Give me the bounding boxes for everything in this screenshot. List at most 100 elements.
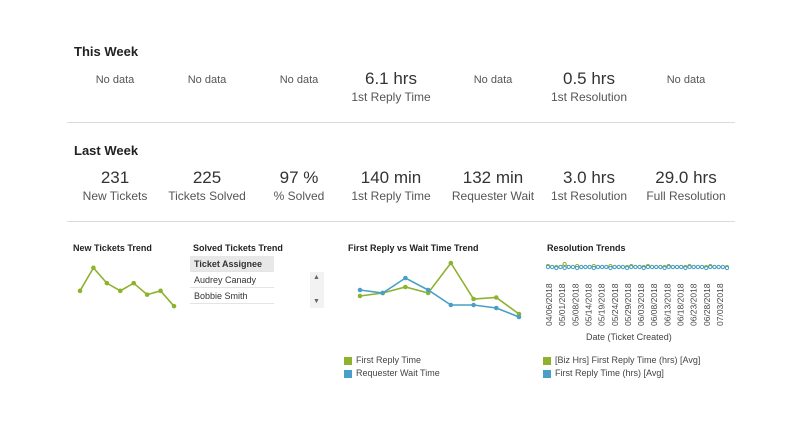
data-point xyxy=(575,265,580,271)
data-point xyxy=(131,280,137,286)
scroll-up-icon[interactable]: ▲ xyxy=(313,274,320,282)
data-point xyxy=(720,264,725,270)
data-point xyxy=(641,265,646,271)
data-point xyxy=(612,264,617,270)
this-week-metric-7: No data xyxy=(631,74,741,86)
data-point xyxy=(704,265,709,271)
data-point xyxy=(683,265,688,271)
data-point xyxy=(171,303,177,309)
last-week-title: Last Week xyxy=(74,143,139,158)
this-week-first-reply-time: 6.1 hrs 1st Reply Time xyxy=(336,69,446,105)
x-tick-label: 06/08/2018 xyxy=(649,283,659,326)
data-point xyxy=(448,302,454,308)
resolution-trends-title: Resolution Trends xyxy=(547,243,626,253)
data-point xyxy=(554,265,559,271)
resolution-trends-chart[interactable]: 04/06/2018 05/01/2018 05/08/2018 05/14/2018… xyxy=(540,256,735,328)
data-point xyxy=(670,264,675,270)
this-week-title: This Week xyxy=(74,44,139,59)
data-point xyxy=(471,302,476,308)
data-point xyxy=(493,305,499,311)
data-point xyxy=(425,287,431,293)
metric-value: 0.5 hrs xyxy=(563,69,615,88)
solved-tickets-trend-title: Solved Tickets Trend xyxy=(193,243,283,253)
data-point xyxy=(562,261,567,267)
metric-value: 132 min xyxy=(462,168,524,187)
data-point xyxy=(448,260,454,266)
data-point xyxy=(666,264,671,270)
last-week-first-reply-time: 140 min 1st Reply Time xyxy=(336,168,446,204)
metric-label: 1st Reply Time xyxy=(351,189,431,203)
metric-label: 1st Resolution xyxy=(550,90,628,104)
x-tick-label: 06/18/2018 xyxy=(676,283,686,326)
data-point xyxy=(570,264,576,270)
legend-swatch-icon xyxy=(543,356,551,365)
table-row[interactable]: Audrey Canady xyxy=(190,272,274,288)
section-divider xyxy=(67,122,735,123)
data-point xyxy=(616,264,621,270)
data-point xyxy=(77,288,83,294)
data-point xyxy=(674,264,680,270)
legend-label: First Reply Time (hrs) [Avg] xyxy=(555,368,664,378)
metric-value: 29.0 hrs xyxy=(655,168,717,187)
metric-value: 6.1 hrs xyxy=(365,69,417,88)
data-point xyxy=(562,265,567,271)
x-tick-label: 04/06/2018 xyxy=(544,283,554,326)
data-point xyxy=(604,264,609,270)
series-line xyxy=(79,266,175,307)
data-point xyxy=(608,265,613,271)
data-point xyxy=(624,265,630,271)
legend-label: Requester Wait Time xyxy=(356,368,440,378)
data-point xyxy=(687,264,692,270)
x-tick-label: 07/03/2018 xyxy=(715,283,725,326)
data-point xyxy=(649,264,655,270)
data-point xyxy=(633,264,638,270)
x-tick-label: 06/13/2018 xyxy=(662,283,672,326)
data-point xyxy=(144,292,150,297)
data-point xyxy=(583,264,588,270)
data-point xyxy=(658,264,663,270)
x-tick-label: 06/03/2018 xyxy=(636,283,646,326)
table-scrollbar[interactable]: ▲ ▼ xyxy=(310,272,324,308)
new-tickets-trend-chart[interactable] xyxy=(72,258,182,318)
metric-label: 1st Reply Time xyxy=(351,90,431,104)
reply-wait-trend-chart[interactable] xyxy=(352,254,527,324)
data-point xyxy=(724,265,730,271)
last-week-first-resolution: 3.0 hrs 1st Resolution xyxy=(534,168,644,204)
x-tick-label: 05/29/2018 xyxy=(623,283,633,326)
legend-label: [Biz Hrs] First Reply Time (hrs) [Avg] xyxy=(555,355,701,365)
last-week-full-resolution: 29.0 hrs Full Resolution xyxy=(631,168,741,204)
x-tick-label: 05/14/2018 xyxy=(583,283,593,326)
solved-tickets-table: Ticket Assignee Audrey Canady Bobbie Smi… xyxy=(190,256,274,304)
x-tick-label: 06/28/2018 xyxy=(702,283,712,326)
table-header-ticket-assignee[interactable]: Ticket Assignee xyxy=(190,256,274,272)
legend-item-first-reply[interactable]: First Reply Time xyxy=(344,354,440,367)
data-point xyxy=(629,264,634,270)
data-point xyxy=(516,314,522,320)
x-tick-label: 05/24/2018 xyxy=(610,283,620,326)
data-point xyxy=(579,264,584,270)
this-week-metric-5: No data xyxy=(438,74,548,86)
data-point xyxy=(662,265,667,271)
metric-value: 3.0 hrs xyxy=(563,168,615,187)
data-point xyxy=(679,264,684,270)
legend-item-first-reply-avg[interactable]: First Reply Time (hrs) [Avg] xyxy=(543,367,700,380)
this-week-first-resolution: 0.5 hrs 1st Resolution xyxy=(534,69,644,105)
data-point xyxy=(380,290,386,296)
data-point xyxy=(637,264,642,270)
metric-label: Requester Wait xyxy=(451,189,535,203)
scroll-down-icon[interactable]: ▼ xyxy=(313,298,320,306)
resolution-legend: [Biz Hrs] First Reply Time (hrs) [Avg] F… xyxy=(543,354,700,380)
legend-item-requester-wait[interactable]: Requester Wait Time xyxy=(344,367,440,380)
metric-value: 140 min xyxy=(360,168,422,187)
data-point xyxy=(620,264,626,270)
data-point xyxy=(691,264,696,270)
legend-item-biz-hrs[interactable]: [Biz Hrs] First Reply Time (hrs) [Avg] xyxy=(543,354,700,367)
data-point xyxy=(699,264,705,270)
table-row[interactable]: Bobbie Smith xyxy=(190,288,274,304)
no-data-text: No data xyxy=(473,74,513,86)
last-week-requester-wait: 132 min Requester Wait xyxy=(438,168,548,204)
new-tickets-trend-title: New Tickets Trend xyxy=(73,243,152,253)
reply-wait-legend: First Reply Time Requester Wait Time xyxy=(344,354,440,380)
data-point xyxy=(712,264,717,270)
data-point xyxy=(595,264,601,270)
